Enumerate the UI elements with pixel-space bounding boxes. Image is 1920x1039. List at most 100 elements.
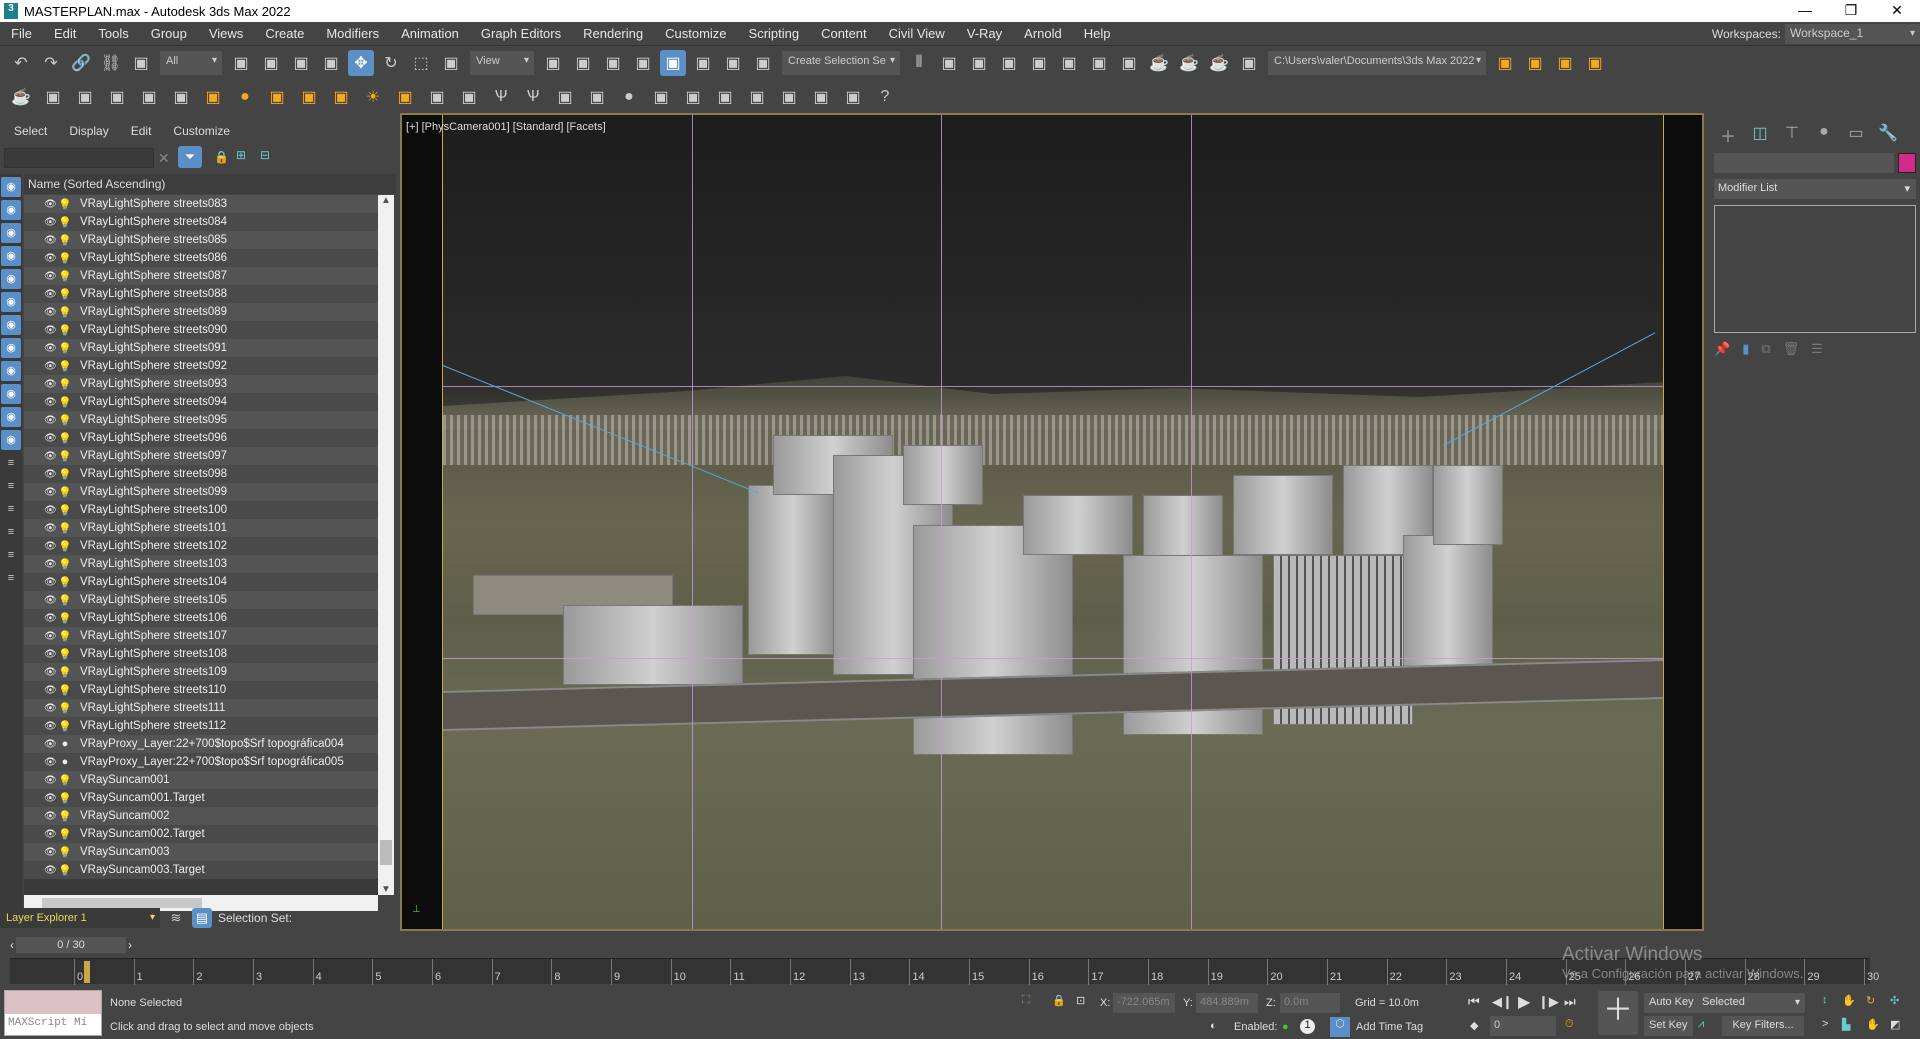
snaps-3d-icon[interactable]: ▣ bbox=[630, 50, 656, 76]
ribbon-icon[interactable]: ▣ bbox=[1026, 50, 1052, 76]
project-path-dropdown[interactable]: C:\Users\valer\Documents\3ds Max 2022 bbox=[1268, 51, 1486, 75]
key-mode-dropdown[interactable]: Selected bbox=[1697, 993, 1805, 1013]
list-item[interactable]: 👁 ● VRayProxy_Layer:22+700$topo$Srf topogr… bbox=[24, 735, 378, 753]
container-icon[interactable]: ≡ bbox=[1, 568, 21, 588]
filter-icon[interactable]: ≡ bbox=[1, 545, 21, 565]
time-slider-position[interactable]: 0 / 30 bbox=[16, 937, 126, 953]
vray-material-icon[interactable]: ▣ bbox=[680, 84, 706, 110]
vray-sphere-icon[interactable]: ● bbox=[616, 84, 642, 110]
geometry-icon[interactable]: ◉ bbox=[1, 177, 21, 197]
menu-animation[interactable]: Animation bbox=[390, 26, 470, 41]
previous-key-button[interactable]: ◀❙ bbox=[1492, 994, 1513, 1010]
visibility-eye-icon[interactable]: 👁 bbox=[44, 433, 58, 444]
help-icon[interactable]: ? bbox=[872, 84, 898, 110]
visibility-eye-icon[interactable]: 👁 bbox=[44, 631, 58, 642]
visibility-eye-icon[interactable]: 👁 bbox=[44, 307, 58, 318]
project-folder-icon[interactable]: ▣ bbox=[1522, 50, 1548, 76]
visibility-eye-icon[interactable]: 👁 bbox=[44, 595, 58, 606]
object-color-swatch[interactable] bbox=[1898, 153, 1916, 173]
unlink-icon[interactable]: ⛓ bbox=[98, 50, 124, 76]
workspace-dropdown[interactable]: Workspace_1 bbox=[1785, 24, 1920, 44]
visibility-eye-icon[interactable]: 👁 bbox=[44, 199, 58, 210]
list-item[interactable]: 👁 💡 VRayLightSphere streets094 bbox=[24, 393, 378, 411]
list-item[interactable]: 👁 💡 VRayLightSphere streets091 bbox=[24, 339, 378, 357]
scene-menu-display[interactable]: Display bbox=[69, 124, 108, 138]
menu-edit[interactable]: Edit bbox=[43, 26, 87, 41]
list-item[interactable]: 👁 💡 VRayLightSphere streets083 bbox=[24, 195, 378, 213]
vray-frame-buffer-icon[interactable]: ▣ bbox=[72, 84, 98, 110]
menu-civil-view[interactable]: Civil View bbox=[878, 26, 956, 41]
list-item[interactable]: 👁 💡 VRayLightSphere streets107 bbox=[24, 627, 378, 645]
visibility-eye-icon[interactable]: 👁 bbox=[44, 415, 58, 426]
list-item[interactable]: 👁 💡 VRayLightSphere streets110 bbox=[24, 681, 378, 699]
visibility-eye-icon[interactable]: 👁 bbox=[44, 343, 58, 354]
window-crossing-icon[interactable]: ▣ bbox=[318, 50, 344, 76]
visibility-eye-icon[interactable]: 👁 bbox=[44, 289, 58, 300]
visibility-eye-icon[interactable]: 👁 bbox=[44, 703, 58, 714]
menu-help[interactable]: Help bbox=[1073, 26, 1122, 41]
select-move-icon[interactable]: ✥ bbox=[348, 50, 374, 76]
spacewarps-icon[interactable]: ◉ bbox=[1, 292, 21, 312]
list-item[interactable]: 👁 💡 VRayLightSphere streets101 bbox=[24, 519, 378, 537]
list-icon[interactable]: ≡ bbox=[1, 453, 21, 473]
selection-lock-icon[interactable]: 🔒 bbox=[1052, 994, 1066, 1007]
pivot-icon[interactable]: ▣ bbox=[540, 50, 566, 76]
vray-decal-icon[interactable]: ▣ bbox=[552, 84, 578, 110]
list-item[interactable]: 👁 💡 VRayLightSphere streets104 bbox=[24, 573, 378, 591]
visibility-eye-icon[interactable]: 👁 bbox=[44, 487, 58, 498]
vray-physical-camera-icon[interactable]: ▣ bbox=[168, 84, 194, 110]
menu-arnold[interactable]: Arnold bbox=[1013, 26, 1073, 41]
cameras-icon[interactable]: ◉ bbox=[1, 246, 21, 266]
zoom-icon[interactable]: ↕ bbox=[1822, 994, 1828, 1006]
vray-camera-icon[interactable]: ▣ bbox=[136, 84, 162, 110]
menu-create[interactable]: Create bbox=[254, 26, 315, 41]
vray-plane-light-icon[interactable]: ▣ bbox=[200, 84, 226, 110]
schematic-icon[interactable]: ▣ bbox=[1086, 50, 1112, 76]
key-filters-button[interactable]: Key Filters... bbox=[1722, 1016, 1804, 1036]
list-item[interactable]: 👁 💡 VRayLightSphere streets084 bbox=[24, 213, 378, 231]
list-item[interactable]: 👁 💡 VRayLightSphere streets103 bbox=[24, 555, 378, 573]
redo-icon[interactable]: ↷ bbox=[38, 50, 64, 76]
keyboard-shortcut-icon[interactable]: ▣ bbox=[600, 50, 626, 76]
vray-vantage-icon[interactable]: ▣ bbox=[776, 84, 802, 110]
remove-modifier-icon[interactable]: 🗑 bbox=[1783, 341, 1800, 357]
play-button[interactable]: ▶ bbox=[1518, 992, 1530, 1012]
menu-views[interactable]: Views bbox=[198, 26, 254, 41]
menu-content[interactable]: Content bbox=[810, 26, 878, 41]
vray-grass-icon[interactable]: Ѱ bbox=[520, 84, 546, 110]
list-item[interactable]: 👁 💡 VRayLightSphere streets095 bbox=[24, 411, 378, 429]
hierarchy-collapse-icon[interactable]: ⊟ bbox=[260, 148, 270, 162]
visibility-eye-icon[interactable]: 👁 bbox=[44, 829, 58, 840]
list-item[interactable]: 👁 💡 VRaySuncam003 bbox=[24, 843, 378, 861]
list-item[interactable]: 👁 💡 VRayLightSphere streets106 bbox=[24, 609, 378, 627]
lights-icon[interactable]: ◉ bbox=[1, 223, 21, 243]
current-frame-field[interactable]: 0 bbox=[1490, 1016, 1556, 1036]
visibility-eye-icon[interactable]: 👁 bbox=[44, 235, 58, 246]
visibility-eye-icon[interactable]: 👁 bbox=[44, 523, 58, 534]
camera-viewport[interactable]: [+] [PhysCamera001] [Standard] [Facets] … bbox=[400, 113, 1704, 931]
field-of-view-icon[interactable]: > bbox=[1822, 1018, 1828, 1030]
motion-tab-icon[interactable]: ● bbox=[1812, 123, 1836, 147]
list-item[interactable]: 👁 💡 VRaySuncam002 bbox=[24, 807, 378, 825]
vray-notes-icon[interactable]: ▣ bbox=[840, 84, 866, 110]
angle-snap-icon[interactable]: ▣ bbox=[660, 50, 686, 76]
vray-fur-icon[interactable]: Ѱ bbox=[488, 84, 514, 110]
select-rotate-icon[interactable]: ↻ bbox=[378, 50, 404, 76]
column-header-name[interactable]: Name (Sorted Ascending) bbox=[24, 174, 396, 194]
go-to-end-button[interactable]: ⏭ bbox=[1564, 994, 1576, 1010]
shapes-icon[interactable]: ◉ bbox=[1, 200, 21, 220]
visibility-eye-icon[interactable]: 👁 bbox=[44, 469, 58, 480]
restore-button[interactable]: ❐ bbox=[1828, 0, 1874, 22]
dolly-icon[interactable]: ▙ bbox=[1842, 1018, 1850, 1031]
modifier-stack[interactable] bbox=[1714, 205, 1916, 333]
display-tab-icon[interactable]: ▭ bbox=[1844, 123, 1868, 147]
vray-sphere-light-icon[interactable]: ● bbox=[232, 84, 258, 110]
visibility-eye-icon[interactable]: 👁 bbox=[44, 739, 58, 750]
create-tab-icon[interactable]: ＋ bbox=[1716, 123, 1740, 147]
teapot-icon[interactable]: ☕ bbox=[8, 84, 34, 110]
configure-modifier-sets-icon[interactable]: ☰ bbox=[1811, 341, 1823, 357]
close-button[interactable]: ✕ bbox=[1874, 0, 1920, 22]
next-frame-button[interactable]: › bbox=[128, 938, 132, 952]
time-slider[interactable]: ‹ 0 / 30 › bbox=[10, 936, 166, 954]
vray-sun-icon[interactable]: ☀ bbox=[360, 84, 386, 110]
